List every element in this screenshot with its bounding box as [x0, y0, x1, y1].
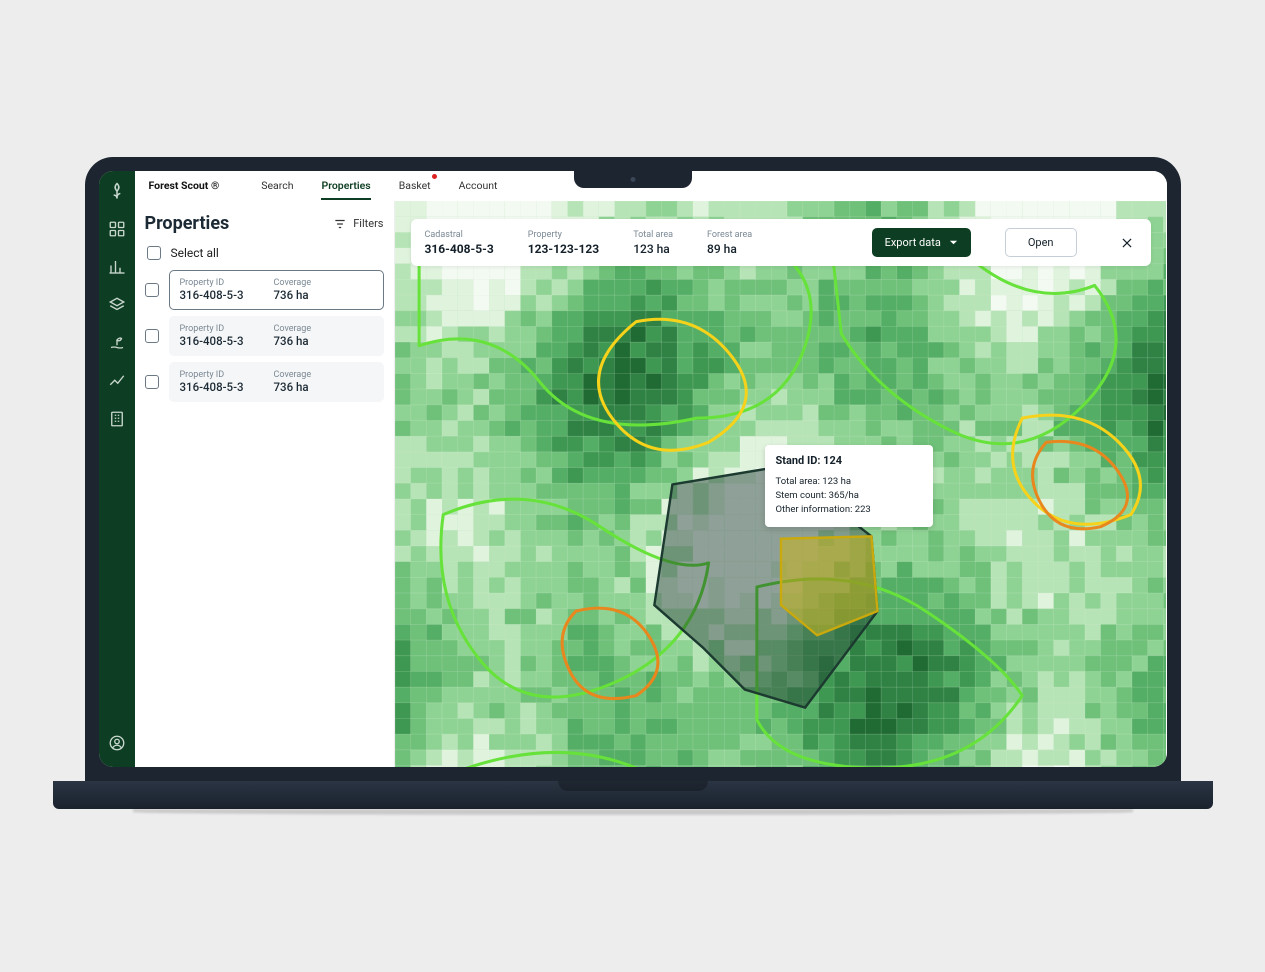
total-area-value: 123 ha — [633, 242, 673, 256]
tab-search[interactable]: Search — [261, 172, 293, 199]
laptop-notch — [574, 171, 692, 188]
nav-rail — [99, 171, 135, 767]
property-label: Property — [528, 230, 599, 240]
dashboard-icon[interactable] — [107, 219, 127, 239]
properties-panel: Properties Filters Select all — [135, 201, 395, 767]
export-data-button[interactable]: Export data — [872, 228, 971, 257]
cadastral-label: Cadastral — [425, 230, 494, 240]
property-row: Property ID 316-408-5-3 Coverage 736 ha — [145, 362, 384, 402]
open-button[interactable]: Open — [1005, 228, 1077, 257]
checkbox-icon[interactable] — [145, 329, 159, 343]
forest-area-label: Forest area — [707, 230, 752, 240]
forest-area-value: 89 ha — [707, 242, 752, 256]
property-id-value: 316-408-5-3 — [180, 380, 244, 394]
main-area: Properties Filters Select all — [135, 201, 1167, 767]
close-icon — [1120, 236, 1134, 250]
open-label: Open — [1028, 236, 1054, 249]
tooltip-line: Total area: 123 ha — [776, 475, 922, 489]
panel-title: Properties — [145, 213, 230, 234]
coverage-value: 736 ha — [274, 334, 312, 348]
content-area: Forest Scout ® Search Properties Basket … — [135, 171, 1167, 767]
app-viewport: Forest Scout ® Search Properties Basket … — [99, 171, 1167, 767]
select-all-row[interactable]: Select all — [147, 246, 384, 260]
coverage-value: 736 ha — [274, 288, 312, 302]
filters-label: Filters — [353, 217, 383, 230]
app-title: Forest Scout ® — [149, 179, 220, 192]
chevron-down-icon — [949, 238, 958, 247]
stand-tooltip: Stand ID: 124 Total area: 123 ha Stem co… — [765, 445, 933, 527]
property-row: Property ID 316-408-5-3 Coverage 736 ha — [145, 270, 384, 310]
cadastral-value: 316-408-5-3 — [425, 242, 494, 256]
laptop-shadow — [133, 809, 1133, 815]
checkbox-icon[interactable] — [147, 246, 161, 260]
building-icon[interactable] — [107, 409, 127, 429]
laptop-screen: Forest Scout ® Search Properties Basket … — [85, 157, 1181, 781]
tab-basket[interactable]: Basket — [399, 172, 431, 199]
property-card[interactable]: Property ID 316-408-5-3 Coverage 736 ha — [169, 270, 384, 310]
property-card[interactable]: Property ID 316-408-5-3 Coverage 736 ha — [169, 362, 384, 402]
property-id-value: 316-408-5-3 — [180, 288, 244, 302]
bar-chart-icon[interactable] — [107, 257, 127, 277]
select-all-label: Select all — [171, 246, 219, 260]
map-area[interactable]: // leave empty on purpose; we draw cells… — [395, 201, 1167, 767]
tab-basket-label: Basket — [399, 179, 431, 192]
property-value: 123-123-123 — [528, 242, 599, 256]
checkbox-icon[interactable] — [145, 375, 159, 389]
coverage-label: Coverage — [274, 370, 312, 380]
notification-dot-icon — [432, 174, 437, 179]
total-area-label: Total area — [633, 230, 673, 240]
layers-icon[interactable] — [107, 295, 127, 315]
coverage-label: Coverage — [274, 278, 312, 288]
close-button[interactable] — [1117, 233, 1137, 253]
property-id-label: Property ID — [180, 324, 244, 334]
tab-properties[interactable]: Properties — [321, 172, 370, 199]
hand-plant-icon[interactable] — [107, 333, 127, 353]
coverage-value: 736 ha — [274, 380, 312, 394]
property-card[interactable]: Property ID 316-408-5-3 Coverage 736 ha — [169, 316, 384, 356]
coverage-label: Coverage — [274, 324, 312, 334]
tab-account[interactable]: Account — [459, 172, 498, 199]
export-data-label: Export data — [885, 236, 941, 249]
laptop-base — [53, 781, 1213, 809]
property-id-label: Property ID — [180, 278, 244, 288]
app-logo-icon[interactable] — [107, 181, 127, 201]
laptop-mockup: Forest Scout ® Search Properties Basket … — [85, 157, 1181, 815]
trend-icon[interactable] — [107, 371, 127, 391]
tooltip-line: Other information: 223 — [776, 503, 922, 517]
property-row: Property ID 316-408-5-3 Coverage 736 ha — [145, 316, 384, 356]
filters-button[interactable]: Filters — [333, 217, 383, 231]
checkbox-icon[interactable] — [145, 283, 159, 297]
user-avatar-icon[interactable] — [107, 733, 127, 753]
tooltip-line: Stem count: 365/ha — [776, 489, 922, 503]
tooltip-title: Stand ID: 124 — [776, 454, 922, 467]
property-id-label: Property ID — [180, 370, 244, 380]
property-id-value: 316-408-5-3 — [180, 334, 244, 348]
filter-icon — [333, 217, 347, 231]
map-info-bar: Cadastral 316-408-5-3 Property 123-123-1… — [411, 219, 1151, 266]
